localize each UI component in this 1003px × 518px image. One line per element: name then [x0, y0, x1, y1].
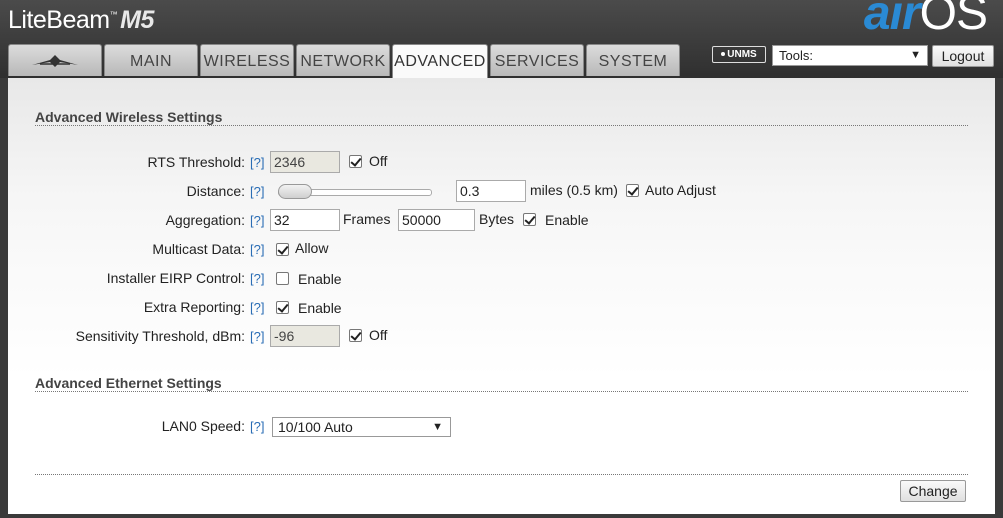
change-button[interactable]: Change — [900, 480, 966, 502]
settings-panel: Advanced Wireless Settings RTS Threshold… — [8, 78, 995, 514]
tab-network[interactable]: NETWORK — [296, 44, 390, 76]
bytes-unit: Bytes — [479, 211, 515, 227]
brand-logo: LiteBeam™ M5 — [8, 6, 154, 34]
sensitivity-off-label: Off — [369, 327, 388, 343]
rts-label: RTS Threshold: — [147, 154, 245, 170]
tab-ubiquiti-logo[interactable] — [8, 44, 102, 76]
lan0-help-link[interactable]: [?] — [250, 419, 264, 434]
aggregation-bytes-input[interactable]: 50000 — [398, 209, 475, 231]
distance-unit: miles (0.5 km) — [530, 182, 618, 198]
section-divider — [35, 474, 968, 475]
tab-wireless[interactable]: WIRELESS — [200, 44, 294, 76]
sensitivity-help-link[interactable]: [?] — [250, 329, 264, 344]
multicast-allow-checkbox[interactable] — [276, 243, 289, 256]
tab-services[interactable]: SERVICES — [490, 44, 584, 76]
tools-select[interactable]: Tools: ▼ — [772, 45, 928, 66]
tab-main[interactable]: MAIN — [104, 44, 198, 76]
section-divider — [35, 391, 968, 392]
wireless-section-title: Advanced Wireless Settings — [35, 109, 223, 125]
auto-adjust-checkbox[interactable] — [626, 184, 639, 197]
eirp-label: Installer EIRP Control: — [106, 270, 245, 286]
chevron-down-icon: ▼ — [432, 421, 443, 433]
aggregation-enable-label: Enable — [545, 212, 589, 228]
aggregation-enable-checkbox[interactable] — [523, 213, 536, 226]
lan0-speed-label: LAN0 Speed: — [161, 418, 245, 434]
distance-label: Distance: — [186, 183, 245, 199]
rts-help-link[interactable]: [?] — [250, 155, 264, 170]
extra-reporting-enable-label: Enable — [298, 300, 342, 316]
eirp-enable-label: Enable — [298, 271, 342, 287]
header-bar: LiteBeam™ M5 airOS MAIN WIRELESS NETWORK … — [0, 0, 1003, 78]
sensitivity-label: Sensitivity Threshold, dBm: — [75, 328, 245, 344]
logout-button[interactable]: Logout — [932, 45, 994, 67]
distance-slider-handle[interactable] — [278, 184, 313, 199]
sensitivity-off-checkbox[interactable] — [349, 329, 362, 342]
distance-help-link[interactable]: [?] — [250, 184, 264, 199]
multicast-allow-label: Allow — [295, 240, 329, 256]
airos-logo: airOS — [863, 0, 988, 40]
lan0-speed-select[interactable]: 10/100 Auto ▼ — [272, 417, 451, 437]
rts-threshold-input[interactable]: 2346 — [270, 151, 340, 173]
unms-badge[interactable]: UNMS — [712, 46, 766, 63]
auto-adjust-label: Auto Adjust — [645, 182, 716, 198]
aggregation-frames-input[interactable]: 32 — [270, 209, 340, 231]
aggregation-label: Aggregation: — [165, 212, 245, 228]
section-divider — [35, 125, 968, 126]
distance-input[interactable]: 0.3 — [456, 180, 526, 202]
extra-reporting-checkbox[interactable] — [276, 301, 289, 314]
rts-off-label: Off — [369, 153, 388, 169]
tab-advanced[interactable]: ADVANCED — [392, 44, 488, 78]
eirp-help-link[interactable]: [?] — [250, 271, 264, 286]
eirp-enable-checkbox[interactable] — [276, 272, 289, 285]
ubiquiti-logo-icon — [32, 55, 78, 67]
multicast-help-link[interactable]: [?] — [250, 242, 264, 257]
tab-system[interactable]: SYSTEM — [586, 44, 680, 76]
frames-unit: Frames — [343, 211, 391, 227]
unms-dot-icon — [721, 52, 726, 57]
rts-off-checkbox[interactable] — [349, 155, 362, 168]
chevron-down-icon: ▼ — [910, 49, 921, 61]
sensitivity-threshold-input[interactable]: -96 — [270, 325, 340, 347]
aggregation-help-link[interactable]: [?] — [250, 213, 264, 228]
multicast-label: Multicast Data: — [152, 241, 245, 257]
extra-reporting-help-link[interactable]: [?] — [250, 300, 264, 315]
ethernet-section-title: Advanced Ethernet Settings — [35, 375, 222, 391]
extra-reporting-label: Extra Reporting: — [143, 299, 245, 315]
